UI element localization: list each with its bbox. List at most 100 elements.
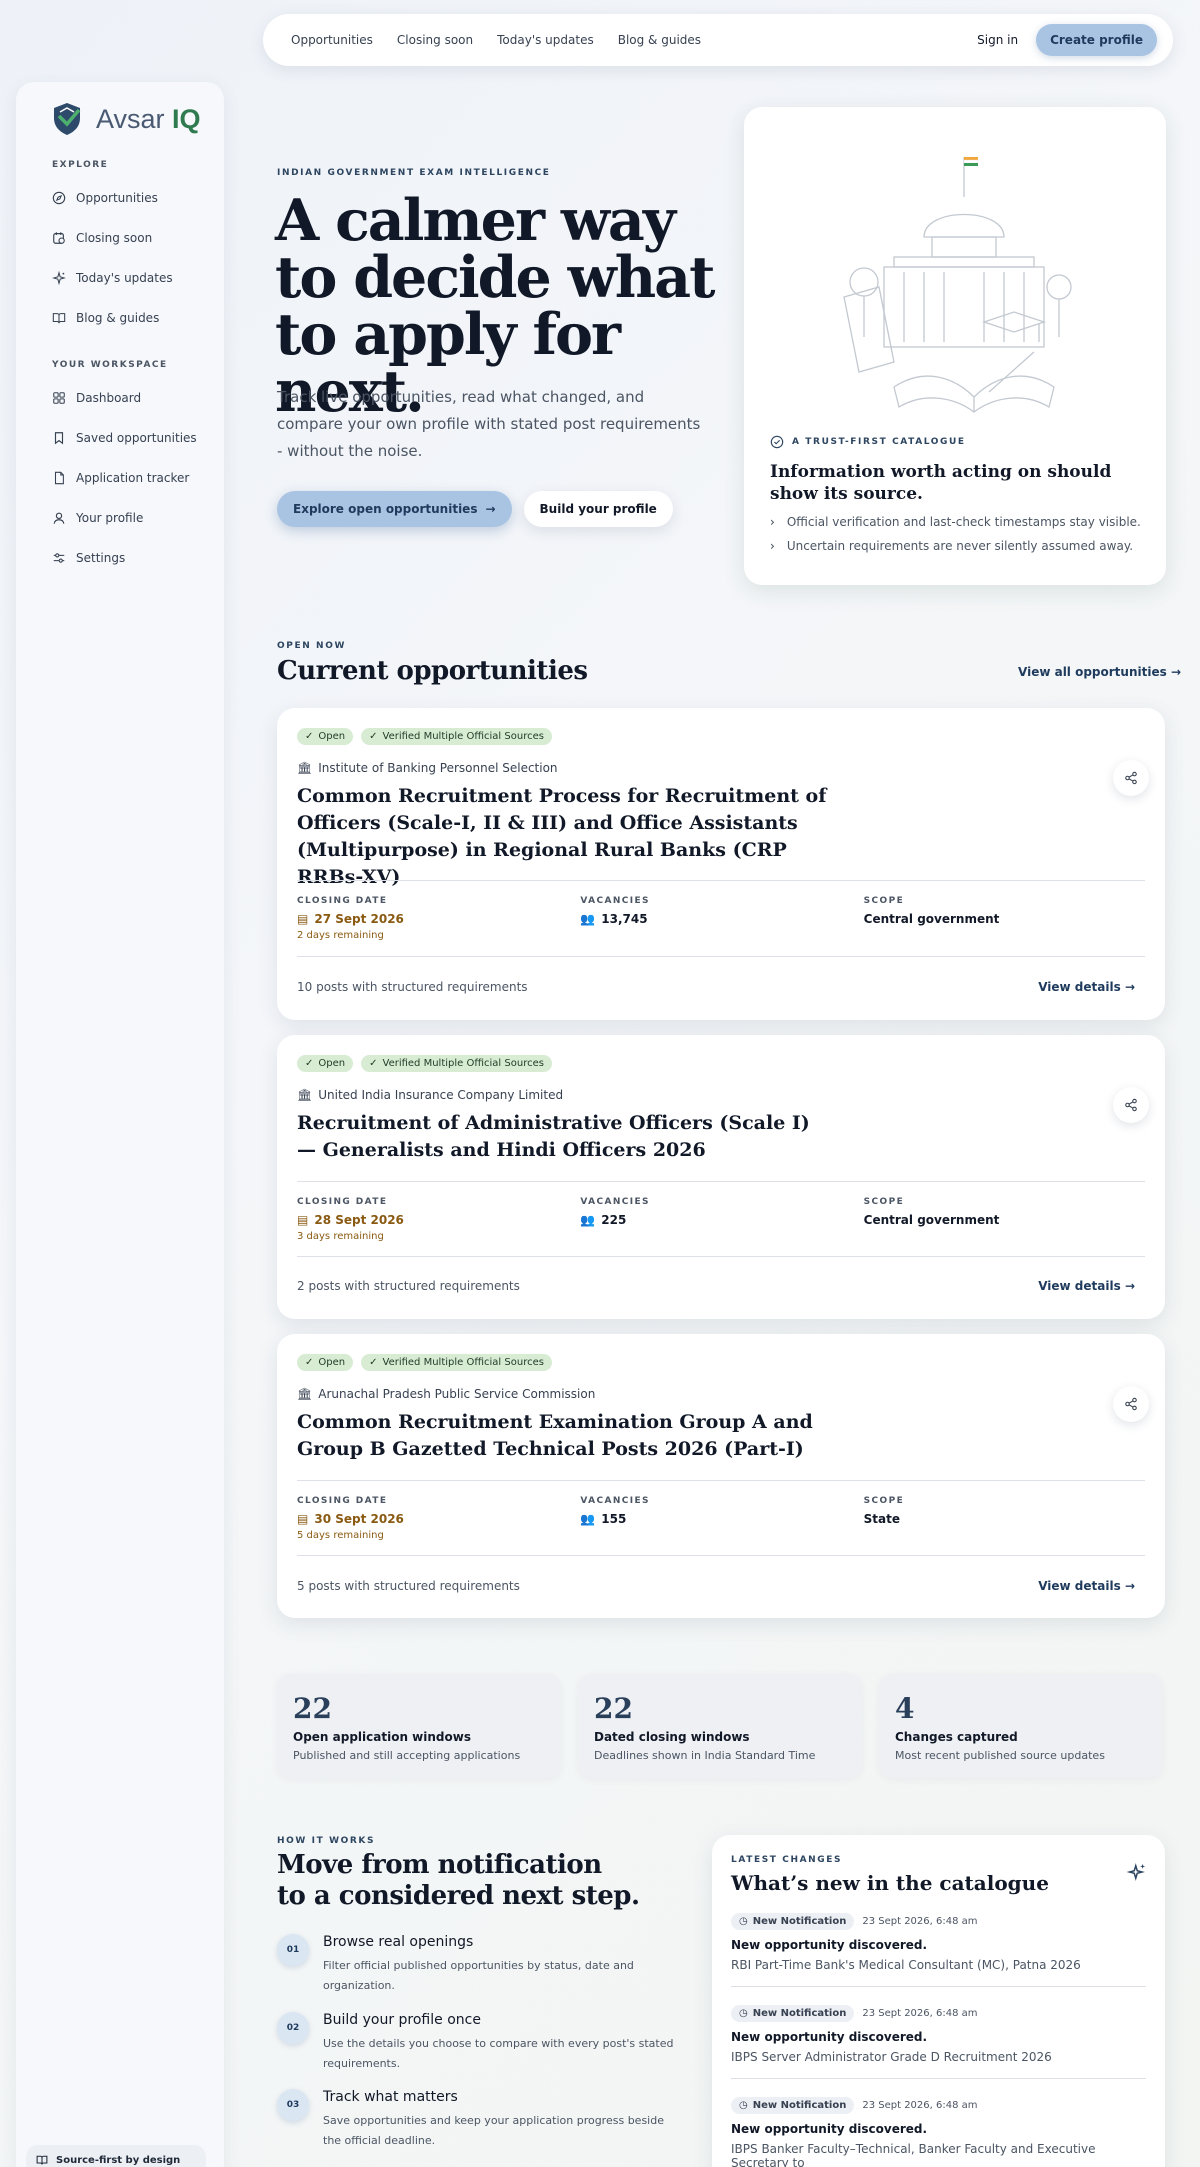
scope-value: State bbox=[863, 1512, 901, 1526]
sidebar-item-opportunities[interactable]: Opportunities bbox=[32, 178, 208, 218]
posts-count: 2 posts with structured requirements bbox=[297, 1279, 520, 1293]
sidebar-item-dashboard[interactable]: Dashboard bbox=[32, 378, 208, 418]
top-nav-blog[interactable]: Blog & guides bbox=[618, 33, 701, 47]
update-title: New opportunity discovered. bbox=[731, 2030, 928, 2044]
clock-icon: ◷ bbox=[739, 1916, 748, 1927]
badges: ✓ Open ✓ Verified Multiple Official Source… bbox=[297, 1055, 552, 1072]
how-step: 03 Track what matters Save opportunities … bbox=[277, 2089, 677, 2151]
opportunity-title[interactable]: Common Recruitment Examination Group A a… bbox=[297, 1409, 827, 1463]
how-step: 01 Browse real openings Filter official p… bbox=[277, 1934, 677, 1996]
organization-name: Arunachal Pradesh Public Service Commiss… bbox=[318, 1387, 596, 1401]
current-title: Current opportunities bbox=[277, 656, 588, 686]
vacancies-text: 155 bbox=[601, 1512, 627, 1526]
trust-point: › Official verification and last-check ti… bbox=[770, 515, 1141, 529]
sidebar-item-todays-updates[interactable]: Today's updates bbox=[32, 258, 208, 298]
arrow-right-icon: → bbox=[1124, 980, 1135, 994]
check-icon: ✓ bbox=[369, 1058, 378, 1069]
sidebar-item-label: Your profile bbox=[76, 511, 144, 525]
trust-point-text: Uncertain requirements are never silentl… bbox=[786, 539, 1134, 553]
workspace-heading: YOUR WORKSPACE bbox=[52, 360, 168, 370]
top-nav-todays-updates[interactable]: Today's updates bbox=[497, 33, 594, 47]
vacancies-label: VACANCIES bbox=[580, 1197, 650, 1207]
update-type-label: New Notification bbox=[752, 1916, 847, 1927]
opportunity-title[interactable]: Recruitment of Administrative Officers (… bbox=[297, 1110, 827, 1164]
organization-name: United India Insurance Company Limited bbox=[318, 1088, 564, 1102]
vacancies-value: 👥 13,745 bbox=[580, 912, 863, 926]
sidebar-item-blog[interactable]: Blog & guides bbox=[32, 298, 208, 338]
sign-in-link[interactable]: Sign in bbox=[977, 33, 1018, 47]
create-profile-button[interactable]: Create profile bbox=[1036, 24, 1157, 56]
sidebar-item-closing-soon[interactable]: Closing soon bbox=[32, 218, 208, 258]
status-badge: ✓ Open bbox=[297, 728, 354, 745]
share-button[interactable] bbox=[1113, 760, 1149, 796]
update-type-label: New Notification bbox=[752, 2008, 847, 2019]
opportunity-card[interactable]: ✓ Open ✓ Verified Multiple Official Source… bbox=[277, 708, 1165, 1020]
update-timestamp: 23 Sept 2026, 6:48 am bbox=[862, 2100, 978, 2111]
top-nav-closing-soon[interactable]: Closing soon bbox=[397, 33, 473, 47]
book-icon bbox=[52, 313, 66, 324]
check-icon: ✓ bbox=[305, 731, 314, 742]
hero-actions: Explore open opportunities → Build your … bbox=[277, 491, 673, 527]
step-title: Browse real openings bbox=[323, 1934, 474, 1950]
divider bbox=[297, 956, 1145, 957]
how-eyebrow: HOW IT WORKS bbox=[277, 1836, 376, 1846]
explore-opportunities-button[interactable]: Explore open opportunities → bbox=[277, 491, 512, 527]
sidebar-item-label: Dashboard bbox=[76, 391, 142, 405]
opportunity-card[interactable]: ✓ Open ✓ Verified Multiple Official Source… bbox=[277, 1035, 1165, 1319]
update-item[interactable]: ◷ New Notification 23 Sept 2026, 6:48 am … bbox=[731, 1913, 1146, 1987]
vacancies-col: VACANCIES 👥 155 bbox=[580, 1496, 863, 1541]
sidebar-footer: Source-first by design bbox=[26, 2145, 206, 2167]
clock-icon: ◷ bbox=[739, 2008, 748, 2019]
stat-card: 22 Dated closing windows Deadlines shown… bbox=[578, 1674, 862, 1778]
view-all-opportunities-link[interactable]: View all opportunities → bbox=[1018, 665, 1181, 679]
sparkles-icon bbox=[52, 271, 66, 285]
posts-count: 5 posts with structured requirements bbox=[297, 1579, 520, 1593]
verification-label: Verified Multiple Official Sources bbox=[382, 1357, 544, 1368]
step-number: 02 bbox=[277, 2012, 309, 2044]
update-item[interactable]: ◷ New Notification 23 Sept 2026, 6:48 am … bbox=[731, 2005, 1146, 2079]
badges: ✓ Open ✓ Verified Multiple Official Source… bbox=[297, 728, 552, 745]
sidebar-item-tracker[interactable]: Application tracker bbox=[32, 458, 208, 498]
update-meta: ◷ New Notification 23 Sept 2026, 6:48 am bbox=[731, 1913, 1146, 1930]
scope-value: Central government bbox=[863, 1213, 1000, 1227]
sidebar-item-saved[interactable]: Saved opportunities bbox=[32, 418, 208, 458]
verification-badge: ✓ Verified Multiple Official Sources bbox=[361, 1055, 552, 1072]
sidebar-item-settings[interactable]: Settings bbox=[32, 538, 208, 578]
scope-label: SCOPE bbox=[863, 896, 905, 906]
closing-date-value: ▤ 30 Sept 2026 bbox=[297, 1512, 580, 1526]
view-details-link[interactable]: View details → bbox=[1038, 980, 1135, 994]
days-remaining: 3 days remaining bbox=[297, 1231, 384, 1242]
opportunity-meta: CLOSING DATE ▤ 30 Sept 2026 5 days remain… bbox=[297, 1496, 1147, 1541]
share-button[interactable] bbox=[1113, 1087, 1149, 1123]
scope-col: SCOPE State bbox=[864, 1496, 1147, 1541]
stat-card: 4 Changes captured Most recent published… bbox=[879, 1674, 1163, 1778]
stat-description: Most recent published source updates bbox=[895, 1749, 1105, 1762]
brand-name-accent: IQ bbox=[172, 103, 201, 134]
opportunity-title[interactable]: Common Recruitment Process for Recruitme… bbox=[297, 783, 827, 891]
organization: 🏛 Arunachal Pradesh Public Service Commis… bbox=[297, 1387, 595, 1401]
sidebar-item-profile[interactable]: Your profile bbox=[32, 498, 208, 538]
build-profile-button[interactable]: Build your profile bbox=[523, 491, 673, 527]
trust-title: Information worth acting on should show … bbox=[770, 462, 1112, 504]
top-navigation: Opportunities Closing soon Today's updat… bbox=[263, 14, 1173, 66]
stat-label: Changes captured bbox=[895, 1730, 1018, 1744]
share-button[interactable] bbox=[1113, 1386, 1149, 1422]
closing-date-label: CLOSING DATE bbox=[297, 896, 388, 906]
view-details-link[interactable]: View details → bbox=[1038, 1279, 1135, 1293]
view-details-link[interactable]: View details → bbox=[1038, 1579, 1135, 1593]
top-nav-opportunities[interactable]: Opportunities bbox=[291, 33, 373, 47]
status-label: Open bbox=[318, 1058, 346, 1069]
book-open-icon bbox=[36, 2155, 48, 2165]
vacancies-col: VACANCIES 👥 13,745 bbox=[580, 896, 863, 941]
scope-value: Central government bbox=[863, 912, 1000, 926]
check-circle-icon bbox=[770, 435, 784, 449]
brand-logo[interactable]: Avsar IQ bbox=[52, 102, 208, 136]
institution-icon: 🏛 bbox=[297, 761, 313, 775]
opportunity-meta: CLOSING DATE ▤ 28 Sept 2026 3 days remain… bbox=[297, 1197, 1147, 1242]
update-item[interactable]: ◷ New Notification 23 Sept 2026, 6:48 am … bbox=[731, 2097, 1146, 2167]
verification-badge: ✓ Verified Multiple Official Sources bbox=[361, 1354, 552, 1371]
grid-icon bbox=[53, 392, 65, 404]
stat-number: 4 bbox=[895, 1692, 915, 1725]
opportunity-card[interactable]: ✓ Open ✓ Verified Multiple Official Source… bbox=[277, 1334, 1165, 1618]
stat-card: 22 Open application windows Published an… bbox=[277, 1674, 561, 1778]
